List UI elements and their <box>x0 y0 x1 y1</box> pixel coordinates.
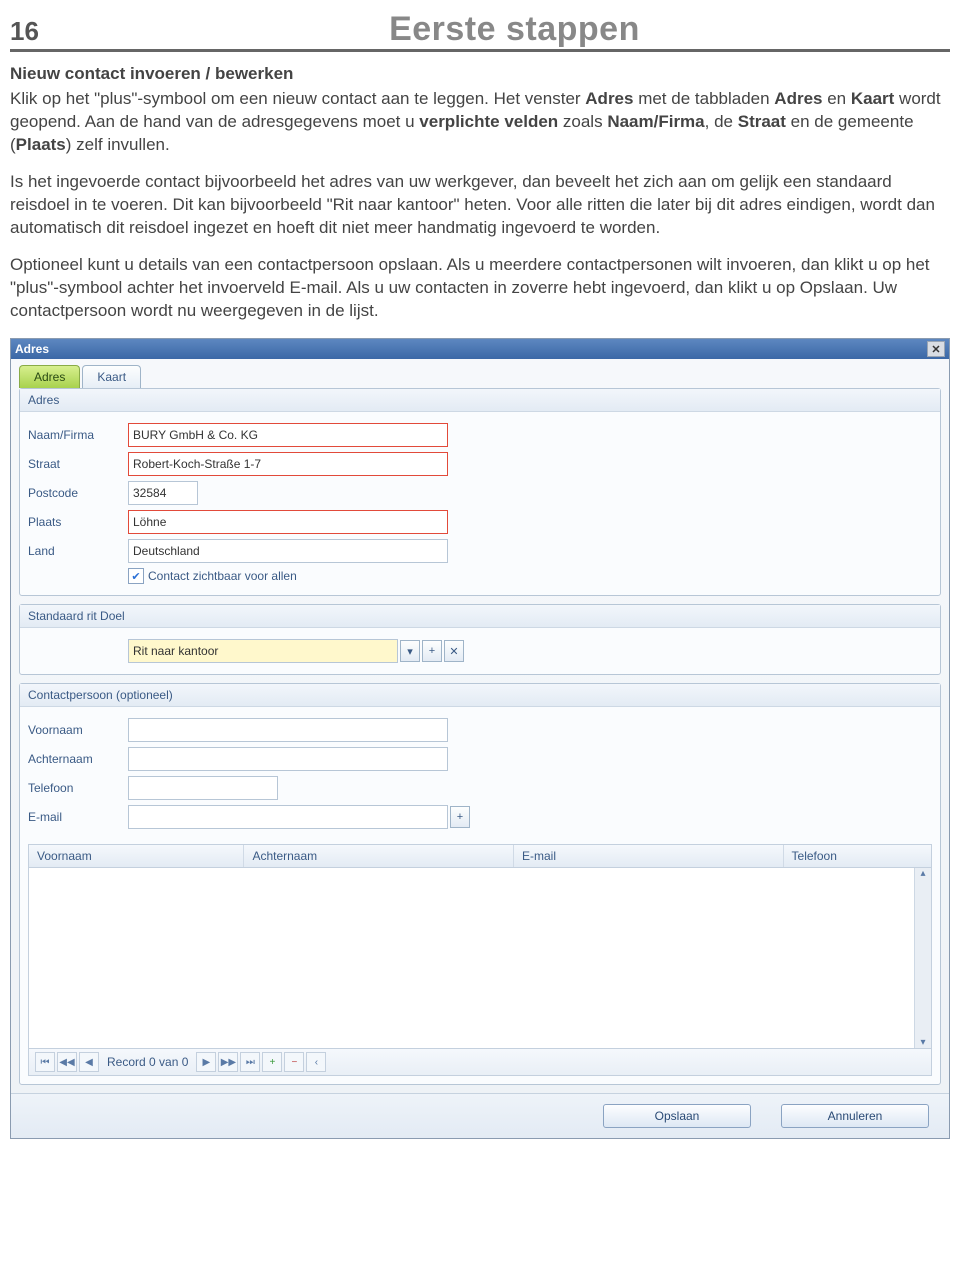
tabstrip: Adres Kaart <box>11 359 949 388</box>
paragraph-2: Is het ingevoerde contact bijvoorbeeld h… <box>10 171 950 240</box>
page-title: Eerste stappen <box>79 10 950 49</box>
col-telefoon: Telefoon <box>784 845 931 867</box>
paragraph-1: Klik op het "plus"-symbool om een nieuw … <box>10 88 950 157</box>
input-postcode[interactable] <box>128 481 198 505</box>
save-button[interactable]: Opslaan <box>603 1104 751 1128</box>
scrollbar[interactable]: ▴▾ <box>914 868 931 1048</box>
cancel-button[interactable]: Annuleren <box>781 1104 929 1128</box>
label-email: E-mail <box>28 810 128 824</box>
pager-prev-icon[interactable]: ◀ <box>79 1052 99 1072</box>
pager-status: Record 0 van 0 <box>107 1055 188 1069</box>
input-doel[interactable] <box>128 639 398 663</box>
col-voornaam: Voornaam <box>29 845 244 867</box>
panel-contact-header: Contactpersoon (optioneel) <box>20 684 940 707</box>
scroll-up-icon[interactable]: ▴ <box>920 868 925 879</box>
pager-nextpage-icon[interactable]: ▶▶ <box>218 1052 238 1072</box>
plus-icon[interactable]: + <box>422 640 442 662</box>
panel-adres: Adres Naam/Firma Straat Postcode Plaats … <box>19 388 941 596</box>
label-naam: Naam/Firma <box>28 428 128 442</box>
action-bar: Opslaan Annuleren <box>11 1093 949 1138</box>
label-land: Land <box>28 544 128 558</box>
pager-prevpage-icon[interactable]: ◀◀ <box>57 1052 77 1072</box>
pager-remove-icon[interactable]: − <box>284 1052 304 1072</box>
dropdown-icon[interactable]: ▾ <box>400 640 420 662</box>
panel-contact: Contactpersoon (optioneel) Voornaam Acht… <box>19 683 941 1085</box>
clear-icon[interactable]: ✕ <box>444 640 464 662</box>
pager-last-icon[interactable]: ⏭ <box>240 1052 260 1072</box>
window-titlebar: Adres ✕ <box>11 339 949 359</box>
pager-add-icon[interactable]: + <box>262 1052 282 1072</box>
tab-kaart[interactable]: Kaart <box>82 365 141 388</box>
add-contact-icon[interactable]: + <box>450 806 470 828</box>
panel-adres-header: Adres <box>20 389 940 412</box>
panel-doel-header: Standaard rit Doel <box>20 605 940 628</box>
checkbox-visible[interactable]: ✔ <box>128 568 144 584</box>
input-plaats[interactable] <box>128 510 448 534</box>
panel-doel: Standaard rit Doel ▾ + ✕ <box>19 604 941 675</box>
paragraph-3: Optioneel kunt u details van een contact… <box>10 254 950 323</box>
input-voornaam[interactable] <box>128 718 448 742</box>
section-heading: Nieuw contact invoeren / bewerken <box>10 64 950 84</box>
contact-table-body: ▴▾ <box>28 868 932 1049</box>
pager-next-icon[interactable]: ▶ <box>196 1052 216 1072</box>
input-telefoon[interactable] <box>128 776 278 800</box>
label-achternaam: Achternaam <box>28 752 128 766</box>
pager-angle-icon[interactable]: ‹ <box>306 1052 326 1072</box>
input-achternaam[interactable] <box>128 747 448 771</box>
tab-adres[interactable]: Adres <box>19 365 80 388</box>
pager-first-icon[interactable]: ⏮ <box>35 1052 55 1072</box>
col-achternaam: Achternaam <box>244 845 514 867</box>
label-postcode: Postcode <box>28 486 128 500</box>
input-email[interactable] <box>128 805 448 829</box>
input-straat[interactable] <box>128 452 448 476</box>
checkbox-visible-label: Contact zichtbaar voor allen <box>148 569 297 583</box>
label-plaats: Plaats <box>28 515 128 529</box>
label-telefoon: Telefoon <box>28 781 128 795</box>
col-email: E-mail <box>514 845 784 867</box>
close-icon[interactable]: ✕ <box>927 341 945 357</box>
input-land[interactable] <box>128 539 448 563</box>
window-adres: Adres ✕ Adres Kaart Adres Naam/Firma Str… <box>10 338 950 1139</box>
contact-table-header: Voornaam Achternaam E-mail Telefoon <box>28 844 932 868</box>
label-voornaam: Voornaam <box>28 723 128 737</box>
pager: ⏮ ◀◀ ◀ Record 0 van 0 ▶ ▶▶ ⏭ + − ‹ <box>28 1049 932 1076</box>
window-title: Adres <box>15 342 49 356</box>
input-naam[interactable] <box>128 423 448 447</box>
scroll-down-icon[interactable]: ▾ <box>920 1037 925 1048</box>
page-number: 16 <box>10 16 39 47</box>
label-straat: Straat <box>28 457 128 471</box>
